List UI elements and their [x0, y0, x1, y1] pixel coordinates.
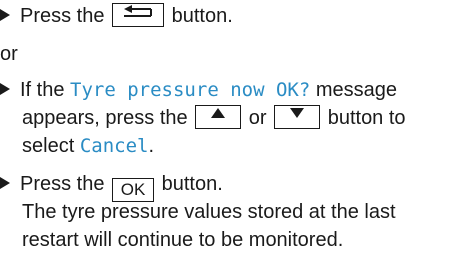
step-3-pre: Press the [20, 173, 105, 195]
result-line-1: The tyre pressure values stored at the l… [22, 201, 396, 223]
triangle-right-icon [0, 83, 10, 95]
triangle-right-icon [0, 177, 10, 189]
step-2-pre: If the [20, 79, 65, 101]
display-cancel: Cancel [79, 135, 149, 157]
or-separator: or [0, 43, 18, 65]
step-2-post: message [315, 79, 397, 101]
step-2-line-1: If the Tyre pressure now OK? message [0, 76, 397, 104]
step-2-or: or [248, 107, 267, 129]
down-button-icon [274, 105, 321, 129]
up-button-icon [195, 105, 242, 129]
step-2-line3-post: . [148, 135, 155, 157]
step-1-post: button. [171, 5, 233, 27]
step-2-line2-pre: appears, press the [22, 107, 188, 129]
step-1-pre: Press the [20, 5, 105, 27]
step-1: Press the button. [0, 2, 233, 30]
display-message: Tyre pressure now OK? [70, 79, 311, 101]
result-line-2: restart will continue to be monitored. [22, 229, 344, 251]
step-2-line3-pre: select [22, 135, 75, 157]
step-3-post: button. [161, 173, 223, 195]
instruction-page: Press the button. or If the Tyre pressur… [0, 0, 470, 256]
step-2-line-2: appears, press the or button to [22, 104, 406, 132]
step-2-line2-post: button to [327, 107, 406, 129]
triangle-right-icon [0, 9, 10, 21]
back-button-icon [112, 3, 165, 27]
step-2-line-3: select Cancel. [22, 132, 154, 160]
